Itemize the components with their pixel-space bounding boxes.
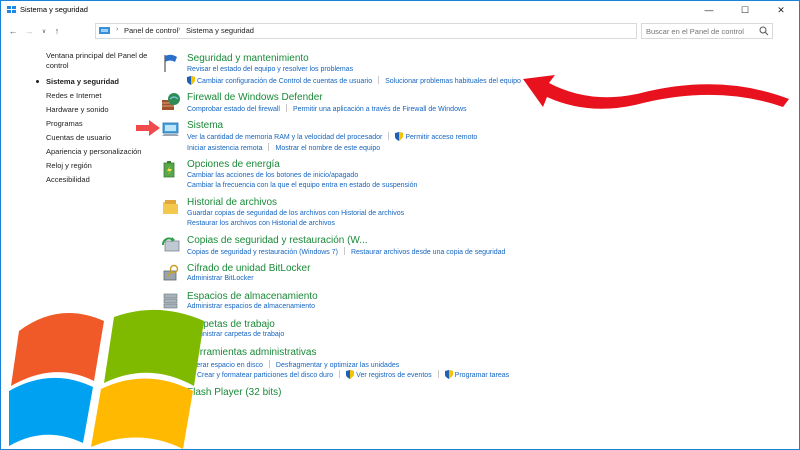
computer-icon — [162, 122, 179, 136]
sidebar-item-label: Ventana principal del Panel de — [46, 51, 148, 60]
sidebar-item-programas[interactable]: Programas — [46, 119, 83, 129]
sidebar-item-accesibilidad[interactable]: Accesibilidad — [46, 175, 90, 185]
link-line: Cambiar la frecuencia con la que el equi… — [187, 182, 417, 189]
link-programar-tareas[interactable]: Programar tareas — [455, 372, 509, 379]
link-separator — [388, 132, 390, 140]
uac-shield-icon — [395, 132, 404, 141]
breadcrumb-panel-de-control[interactable]: Panel de control — [124, 26, 178, 35]
sidebar-item-apariencia[interactable]: Apariencia y personalización — [46, 147, 141, 157]
search-icon[interactable] — [759, 26, 769, 36]
search-box[interactable] — [641, 23, 773, 39]
link-guardar-copias[interactable]: Guardar copias de seguridad de los archi… — [187, 210, 404, 217]
up-arrow-icon[interactable]: ↑ — [51, 24, 63, 38]
search-input[interactable] — [646, 26, 756, 37]
breadcrumb-separator-icon: › — [116, 26, 119, 33]
title-bar: Sistema y seguridad — ☐ ✕ — [1, 1, 799, 19]
uac-shield-icon — [444, 370, 453, 379]
link-permitir-aplicacion[interactable]: Permitir una aplicación a través de Fire… — [293, 106, 467, 113]
link-line: Restaurar los archivos con Historial de … — [187, 220, 335, 227]
link-desfragmentar[interactable]: Desfragmentar y optimizar las unidades — [276, 362, 399, 369]
link-line: Copias de seguridad y restauración (Wind… — [187, 247, 505, 256]
forward-arrow-icon[interactable]: → — [23, 24, 35, 38]
minimize-button[interactable]: — — [691, 1, 727, 19]
link-line: Cambiar configuración de Control de cuen… — [187, 76, 521, 85]
link-cambiar-uac[interactable]: Cambiar configuración de Control de cuen… — [197, 78, 372, 85]
category-title[interactable]: Opciones de energía — [187, 159, 280, 170]
link-separator — [268, 360, 270, 368]
link-revisar-estado[interactable]: Revisar el estado del equipo y resolver … — [187, 66, 353, 73]
link-registros-eventos[interactable]: Ver registros de eventos — [356, 372, 432, 379]
red-arrow-annotation — [523, 75, 789, 109]
link-separator — [268, 143, 270, 151]
category-title[interactable]: Sistema — [187, 120, 223, 131]
breadcrumb-sistema-y-seguridad[interactable]: Sistema y seguridad — [186, 26, 254, 35]
link-line: Comprobar estado del firewall Permitir un… — [187, 104, 467, 113]
red-pointer-arrow-icon — [136, 120, 160, 136]
control-panel-window: Sistema y seguridad — ☐ ✕ ← → ∨ ↑ › Pane… — [0, 0, 800, 450]
sidebar-item-hardware[interactable]: Hardware y sonido — [46, 105, 109, 115]
sidebar-item-label: Sistema y seguridad — [46, 77, 119, 86]
bitlocker-key-icon — [163, 264, 179, 281]
sidebar-item-redes[interactable]: Redes e Internet — [46, 91, 101, 101]
sidebar-item-cuentas[interactable]: Cuentas de usuario — [46, 133, 111, 143]
breadcrumb-separator-icon: › — [178, 26, 181, 33]
link-line: Liberar espacio en disco Desfragmentar y … — [187, 360, 399, 369]
battery-icon — [163, 161, 175, 178]
link-separator — [343, 247, 345, 255]
link-line: Administrar BitLocker — [187, 275, 254, 282]
link-administrar-bitlocker[interactable]: Administrar BitLocker — [187, 275, 254, 282]
windows-logo — [9, 309, 204, 449]
link-asistencia-remota[interactable]: Iniciar asistencia remota — [187, 145, 262, 152]
link-separator — [339, 370, 341, 378]
uac-shield-icon — [346, 370, 355, 379]
sidebar-item-home[interactable]: Ventana principal del Panel de control — [46, 51, 147, 71]
link-line: Revisar el estado del equipo y resolver … — [187, 66, 353, 73]
link-restaurar-archivos[interactable]: Restaurar archivos desde una copia de se… — [351, 249, 506, 256]
recent-pages-chevron-icon[interactable]: ∨ — [38, 24, 50, 38]
link-separator — [286, 104, 287, 112]
shield-flag-icon — [7, 6, 16, 13]
back-arrow-icon[interactable]: ← — [7, 24, 19, 38]
category-title[interactable]: Seguridad y mantenimiento — [187, 53, 309, 64]
uac-shield-icon — [187, 76, 195, 85]
link-separator — [437, 370, 439, 378]
link-line: Guardar copias de seguridad de los archi… — [187, 210, 404, 217]
link-restaurar-historial[interactable]: Restaurar los archivos con Historial de … — [187, 220, 335, 227]
folder-history-icon — [163, 200, 178, 214]
link-line: Crear y formatear particiones del disco … — [187, 370, 509, 379]
window-title: Sistema y seguridad — [20, 5, 88, 14]
link-separator — [378, 76, 380, 84]
link-line: Iniciar asistencia remota Mostrar el nomb… — [187, 143, 380, 152]
close-button[interactable]: ✕ — [763, 1, 799, 19]
link-comprobar-firewall[interactable]: Comprobar estado del firewall — [187, 106, 280, 113]
link-line: Cambiar las acciones de los botones de i… — [187, 172, 358, 179]
link-crear-particiones[interactable]: Crear y formatear particiones del disco … — [197, 372, 333, 379]
category-title[interactable]: Historial de archivos — [187, 197, 277, 208]
category-title[interactable]: Firewall de Windows Defender — [187, 92, 323, 103]
backup-icon — [162, 237, 180, 252]
link-ver-memoria-ram[interactable]: Ver la cantidad de memoria RAM y la velo… — [187, 134, 382, 141]
link-acciones-botones[interactable]: Cambiar las acciones de los botones de i… — [187, 172, 358, 179]
control-panel-icon — [99, 27, 110, 34]
sidebar-item-sistema-y-seguridad[interactable]: Sistema y seguridad — [36, 77, 119, 87]
firewall-icon — [162, 93, 180, 110]
active-bullet-icon — [36, 80, 39, 83]
address-box[interactable]: › Panel de control › Sistema y seguridad… — [95, 23, 730, 39]
maximize-button[interactable]: ☐ — [727, 1, 763, 19]
sidebar-item-reloj[interactable]: Reloj y región — [46, 161, 92, 171]
sidebar-item-label: control — [46, 61, 69, 70]
category-title[interactable]: Cifrado de unidad BitLocker — [187, 263, 310, 274]
flag-icon — [164, 54, 177, 72]
link-copias-windows7[interactable]: Copias de seguridad y restauración (Wind… — [187, 249, 338, 256]
category-title[interactable]: Copias de seguridad y restauración (W... — [187, 235, 368, 246]
link-solucionar-problemas[interactable]: Solucionar problemas habituales del equi… — [385, 78, 521, 85]
link-line: Ver la cantidad de memoria RAM y la velo… — [187, 132, 477, 141]
link-permitir-acceso-remoto[interactable]: Permitir acceso remoto — [405, 134, 477, 141]
link-frecuencia-suspension[interactable]: Cambiar la frecuencia con la que el equi… — [187, 182, 417, 189]
link-nombre-equipo[interactable]: Mostrar el nombre de este equipo — [275, 145, 380, 152]
